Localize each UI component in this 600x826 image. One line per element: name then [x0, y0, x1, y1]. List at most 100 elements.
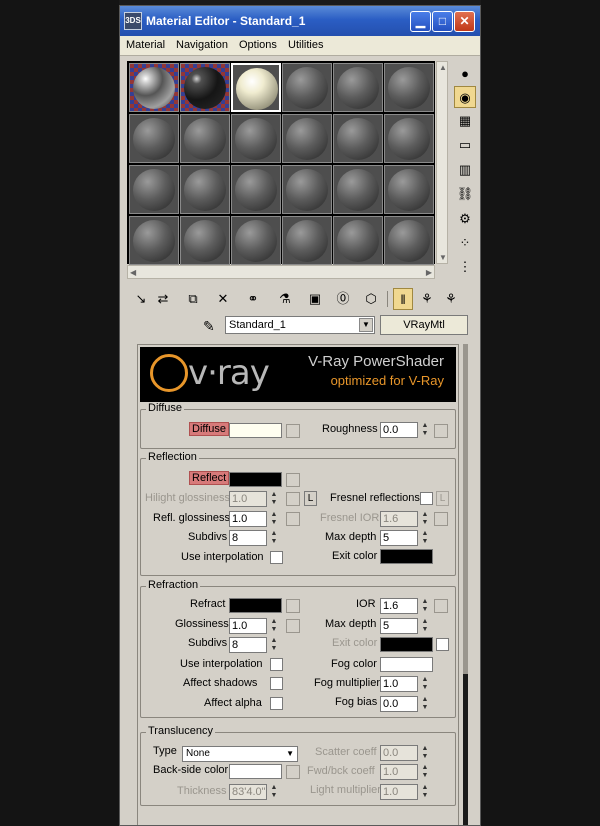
fresnel-ior-input[interactable]: 1.6	[380, 511, 418, 527]
sample-slot-8[interactable]	[180, 114, 230, 163]
sample-slot-11[interactable]	[333, 114, 383, 163]
spinner-arrows-icon[interactable]: ▲ ▼	[420, 676, 430, 692]
menu-navigation[interactable]: Navigation	[176, 39, 228, 51]
sample-slot-2[interactable]	[180, 63, 230, 112]
light-multiplier-input[interactable]: 1.0	[380, 784, 418, 800]
refl-glossiness-map-button[interactable]	[286, 512, 300, 526]
material-effects-channel-icon[interactable]: ⓪	[333, 288, 353, 310]
sample-slot-23[interactable]	[333, 216, 383, 265]
sample-slot-6[interactable]	[384, 63, 434, 112]
fwd-bck-coeff-input[interactable]: 1.0	[380, 764, 418, 780]
fresnel-ior-map-button[interactable]	[434, 512, 448, 526]
fresnel-reflections-checkbox[interactable]	[420, 492, 433, 505]
go-forward-to-sibling-icon[interactable]: ⚘	[441, 288, 461, 310]
reflect-color-swatch[interactable]	[229, 472, 282, 487]
thickness-input[interactable]: 83'4.0"	[229, 784, 267, 800]
roughness-input[interactable]: 0.0	[380, 422, 418, 438]
spinner-arrows-icon[interactable]: ▲ ▼	[420, 764, 430, 780]
refl-exit-color-swatch[interactable]	[380, 549, 433, 564]
scroll-down-icon[interactable]: ▼	[439, 253, 447, 262]
video-color-check-icon[interactable]: ▥	[454, 159, 476, 181]
sample-uv-tiling-icon[interactable]: ▭	[454, 134, 476, 156]
spinner-arrows-icon[interactable]: ▲ ▼	[420, 422, 430, 438]
select-by-material-icon[interactable]: ⁘	[454, 232, 476, 254]
spinner-arrows-icon[interactable]: ▲ ▼	[269, 637, 279, 653]
hilight-lock-button[interactable]: L	[304, 491, 317, 506]
options-icon[interactable]: ⚙	[454, 208, 476, 230]
show-end-result-icon[interactable]: ‖	[393, 288, 413, 310]
minimize-icon[interactable]: ▁	[410, 11, 431, 32]
refl-glossiness-input[interactable]: 1.0	[229, 511, 267, 527]
backlight-icon[interactable]: ◉	[454, 86, 476, 108]
sample-slot-18[interactable]	[384, 165, 434, 214]
refl-subdivs-input[interactable]: 8	[229, 530, 267, 546]
material-type-button[interactable]: VRayMtl	[380, 315, 468, 335]
pick-material-eyedropper-icon[interactable]: ✎	[203, 318, 215, 335]
put-to-library-icon[interactable]: ▣	[305, 288, 325, 310]
sample-slot-9[interactable]	[231, 114, 281, 163]
translucency-type-dropdown[interactable]: None ▼	[182, 746, 298, 762]
show-map-in-viewport-icon[interactable]: ⬡	[361, 288, 381, 310]
hilight-glossiness-input[interactable]: 1.0	[229, 491, 267, 507]
copy-material-icon[interactable]: ⚭	[243, 288, 263, 310]
spinner-arrows-icon[interactable]: ▲ ▼	[420, 696, 430, 712]
menu-material[interactable]: Material	[126, 39, 165, 51]
go-to-parent-icon[interactable]: ⚘	[417, 288, 437, 310]
assign-to-selection-icon[interactable]: ⧉	[183, 288, 203, 310]
reset-map-icon[interactable]: ✕	[213, 288, 233, 310]
affect-shadows-checkbox[interactable]	[270, 677, 283, 690]
fog-color-swatch[interactable]	[380, 657, 433, 672]
sample-slot-4[interactable]	[282, 63, 332, 112]
ior-map-button[interactable]	[434, 599, 448, 613]
refract-color-swatch[interactable]	[229, 598, 282, 613]
make-unique-icon[interactable]: ⚗	[275, 288, 295, 310]
spinner-arrows-icon[interactable]: ▲ ▼	[269, 618, 279, 634]
get-material-icon[interactable]: ↘	[131, 288, 151, 310]
fresnel-lock-button[interactable]: L	[436, 491, 449, 506]
sample-slot-5[interactable]	[333, 63, 383, 112]
sample-slot-13[interactable]	[129, 165, 179, 214]
sample-slot-17[interactable]	[333, 165, 383, 214]
sample-slot-15[interactable]	[231, 165, 281, 214]
fog-bias-input[interactable]: 0.0	[380, 696, 418, 712]
spinner-arrows-icon[interactable]: ▲ ▼	[420, 618, 430, 634]
ior-input[interactable]: 1.6	[380, 598, 418, 614]
close-icon[interactable]: ✕	[454, 11, 475, 32]
scatter-coeff-input[interactable]: 0.0	[380, 745, 418, 761]
sample-slot-22[interactable]	[282, 216, 332, 265]
refr-exit-color-swatch[interactable]	[380, 637, 433, 652]
material-name-field[interactable]: Standard_1 ▼	[225, 316, 375, 334]
fog-multiplier-input[interactable]: 1.0	[380, 676, 418, 692]
roughness-map-button[interactable]	[434, 424, 448, 438]
slots-horizontal-scrollbar[interactable]: ◀ ▶	[127, 265, 435, 279]
sample-slot-3-active[interactable]	[231, 63, 281, 112]
sample-slot-10[interactable]	[282, 114, 332, 163]
title-bar[interactable]: 3DS Material Editor - Standard_1 ▁ □ ✕	[120, 6, 480, 36]
refr-glossiness-input[interactable]: 1.0	[229, 618, 267, 634]
maximize-icon[interactable]: □	[432, 11, 453, 32]
refl-max-depth-input[interactable]: 5	[380, 530, 418, 546]
background-checker-icon[interactable]: ▦	[454, 110, 476, 132]
chevron-down-icon[interactable]: ▼	[286, 747, 294, 761]
sample-type-icon[interactable]: ●	[454, 63, 476, 85]
diffuse-map-button[interactable]	[286, 424, 300, 438]
sample-slot-19[interactable]	[129, 216, 179, 265]
refl-use-interpolation-checkbox[interactable]	[270, 551, 283, 564]
sample-slot-14[interactable]	[180, 165, 230, 214]
refr-subdivs-input[interactable]: 8	[229, 637, 267, 653]
spinner-arrows-icon[interactable]: ▲ ▼	[269, 530, 279, 546]
sample-slot-20[interactable]	[180, 216, 230, 265]
scroll-left-icon[interactable]: ◀	[130, 268, 136, 277]
make-preview-icon[interactable]: ⛓	[454, 183, 476, 205]
material-map-navigator-icon[interactable]: ⋮	[454, 256, 476, 278]
hilight-map-button[interactable]	[286, 492, 300, 506]
reflect-map-button[interactable]	[286, 473, 300, 487]
spinner-arrows-icon[interactable]: ▲ ▼	[269, 784, 279, 800]
chevron-down-icon[interactable]: ▼	[359, 318, 373, 332]
menu-utilities[interactable]: Utilities	[288, 39, 323, 51]
sample-slot-12[interactable]	[384, 114, 434, 163]
sample-slot-21[interactable]	[231, 216, 281, 265]
spinner-arrows-icon[interactable]: ▲ ▼	[420, 511, 430, 527]
affect-alpha-checkbox[interactable]	[270, 697, 283, 710]
refr-use-interpolation-checkbox[interactable]	[270, 658, 283, 671]
